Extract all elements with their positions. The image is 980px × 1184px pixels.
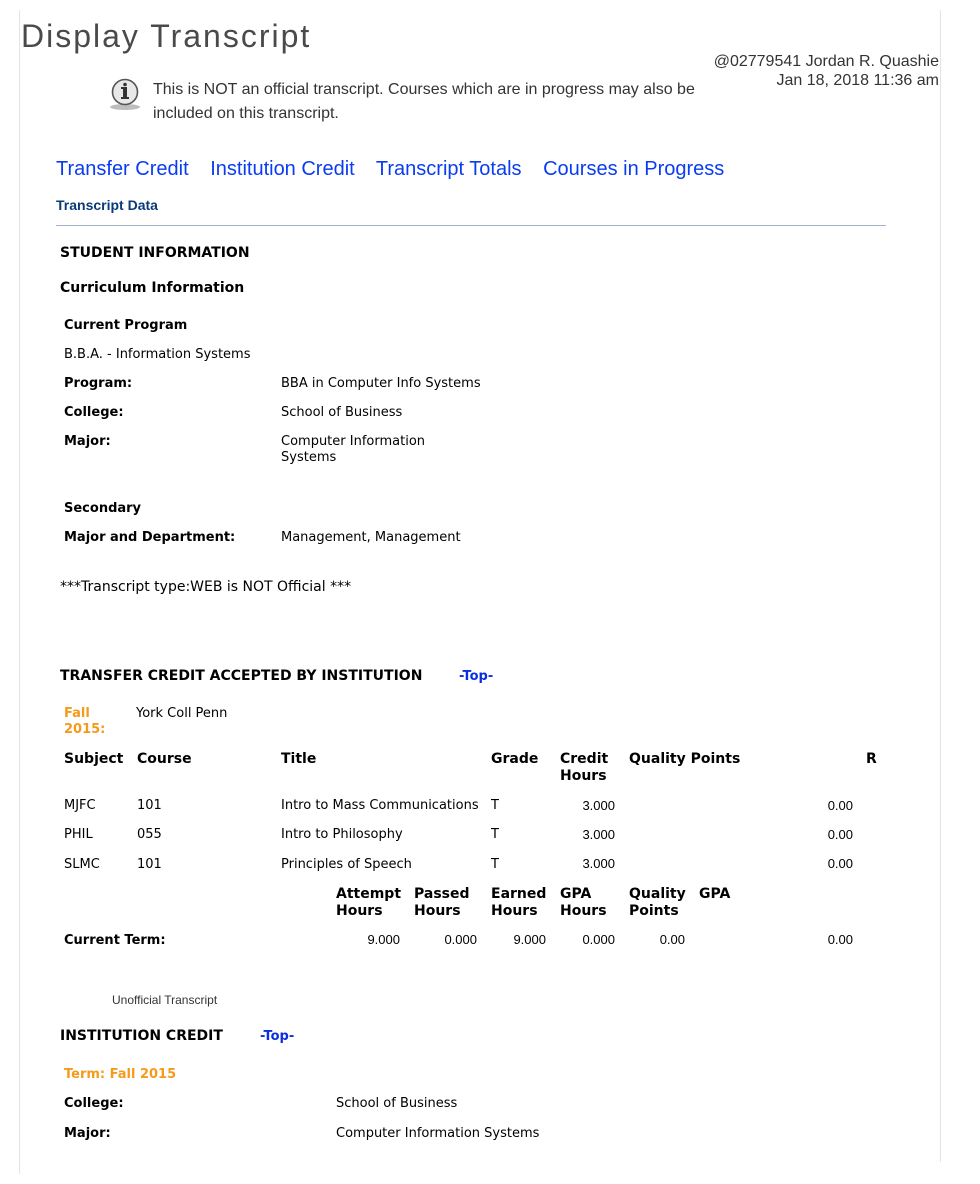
curriculum-heading: Curriculum Information xyxy=(60,280,245,296)
major-dept-label: Major and Department: xyxy=(64,530,236,545)
institution-term: Term: Fall 2015 xyxy=(64,1067,177,1082)
col-credit-line1: Credit xyxy=(560,751,609,767)
col-title: Title xyxy=(281,751,317,767)
current-program-value: B.B.A. - Information Systems xyxy=(64,347,251,362)
timestamp: Jan 18, 2018 11:36 am xyxy=(776,72,940,89)
row-title: Intro to Philosophy xyxy=(281,827,403,842)
row-subject: MJFC xyxy=(64,798,96,813)
section-label: Transcript Data xyxy=(56,197,158,213)
major-value-line1: Computer Information xyxy=(281,434,426,449)
row-grade: T xyxy=(491,798,499,813)
total-gpa-hours: 0.000 xyxy=(582,932,615,947)
total-quality-points: 0.00 xyxy=(659,932,685,947)
transfer-institution: York Coll Penn xyxy=(136,706,228,721)
current-term-label: Current Term: xyxy=(64,933,166,948)
tab-transcript-totals[interactable]: Transcript Totals xyxy=(376,158,522,180)
transfer-term-line1: Fall xyxy=(64,706,90,721)
secondary-label: Secondary xyxy=(64,501,142,516)
institution-major-value: Computer Information Systems xyxy=(336,1126,540,1141)
col-quality-line1: Quality xyxy=(629,886,686,902)
row-grade: T xyxy=(491,857,499,872)
user-id-name: @02779541 Jordan R. Quashie xyxy=(713,53,939,70)
col-attempt-line1: Attempt xyxy=(336,886,402,902)
transcript-nav: Transfer Credit Institution Credit Trans… xyxy=(56,158,740,181)
col-subject: Subject xyxy=(64,751,124,767)
institution-credit-heading: INSTITUTION CREDIT xyxy=(60,1028,223,1044)
transfer-term-line2: 2015: xyxy=(64,722,106,737)
institution-college-label: College: xyxy=(64,1096,124,1111)
col-earned-line2: Hours xyxy=(491,903,538,919)
col-earned-line1: Earned xyxy=(491,886,547,902)
unofficial-transcript-label: Unofficial Transcript xyxy=(112,993,218,1007)
transfer-top-link[interactable]: -Top- xyxy=(459,669,493,684)
row-credit: 3.000 xyxy=(582,798,615,813)
row-course: 055 xyxy=(137,827,162,842)
college-value: School of Business xyxy=(281,405,403,420)
row-title: Principles of Speech xyxy=(281,857,412,872)
info-icon xyxy=(110,78,140,110)
row-subject: SLMC xyxy=(64,857,100,872)
total-passed-hours: 0.000 xyxy=(444,932,477,947)
col-gpa-hours-line1: GPA xyxy=(560,886,592,902)
college-label: College: xyxy=(64,405,124,420)
page-title: Display Transcript xyxy=(21,18,312,54)
col-attempt-line2: Hours xyxy=(336,903,383,919)
transfer-credit-heading: TRANSFER CREDIT ACCEPTED BY INSTITUTION xyxy=(60,668,423,684)
major-dept-value: Management, Management xyxy=(281,530,461,545)
total-earned-hours: 9.000 xyxy=(513,932,546,947)
col-grade: Grade xyxy=(491,751,539,767)
col-quality-line2: Points xyxy=(629,903,679,919)
tab-courses-in-progress[interactable]: Courses in Progress xyxy=(543,158,724,180)
program-label: Program: xyxy=(64,376,133,391)
col-gpa-hours-line2: Hours xyxy=(560,903,607,919)
row-subject: PHIL xyxy=(64,827,93,842)
row-credit: 3.000 xyxy=(582,856,615,871)
student-info-heading: STUDENT INFORMATION xyxy=(60,245,250,261)
institution-top-link[interactable]: -Top- xyxy=(260,1029,294,1044)
col-passed-line1: Passed xyxy=(414,886,470,902)
col-course: Course xyxy=(137,751,192,767)
row-course: 101 xyxy=(137,857,162,872)
unofficial-notice: This is NOT an official transcript. Cour… xyxy=(153,81,695,122)
col-r: R xyxy=(866,751,877,767)
col-quality-points: Quality Points xyxy=(629,751,741,767)
tab-transfer-credit[interactable]: Transfer Credit xyxy=(56,158,189,180)
row-title: Intro to Mass Communications xyxy=(281,798,479,813)
tab-institution-credit[interactable]: Institution Credit xyxy=(210,158,355,180)
major-value-line2: Systems xyxy=(281,450,337,465)
transcript-type-note: ***Transcript type:WEB is NOT Official *… xyxy=(60,579,352,595)
institution-major-label: Major: xyxy=(64,1126,111,1141)
major-label: Major: xyxy=(64,434,111,449)
row-course: 101 xyxy=(137,798,162,813)
row-quality-points: 0.00 xyxy=(827,827,853,842)
row-credit: 3.000 xyxy=(582,827,615,842)
institution-college-value: School of Business xyxy=(336,1096,458,1111)
frame-border-left xyxy=(19,10,20,1174)
col-passed-line2: Hours xyxy=(414,903,461,919)
program-value: BBA in Computer Info Systems xyxy=(281,376,481,391)
total-attempt-hours: 9.000 xyxy=(367,932,400,947)
frame-border-right xyxy=(940,10,941,1162)
col-credit-line2: Hours xyxy=(560,768,607,784)
user-info: @02779541 Jordan R. Quashie Jan 18, 2018… xyxy=(714,52,939,90)
row-quality-points: 0.00 xyxy=(827,856,853,871)
section-divider xyxy=(56,225,886,226)
row-grade: T xyxy=(491,827,499,842)
col-gpa: GPA xyxy=(699,886,731,902)
row-quality-points: 0.00 xyxy=(827,798,853,813)
current-program-label: Current Program xyxy=(64,318,188,333)
total-gpa: 0.00 xyxy=(827,932,853,947)
